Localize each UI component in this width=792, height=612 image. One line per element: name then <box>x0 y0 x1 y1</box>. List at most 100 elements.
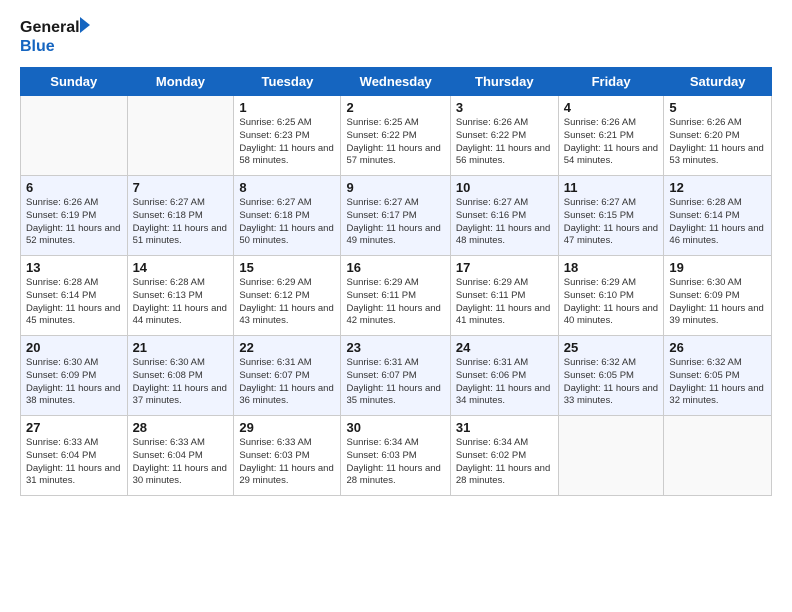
day-number: 6 <box>26 180 122 195</box>
day-number: 29 <box>239 420 335 435</box>
day-number: 22 <box>239 340 335 355</box>
calendar-cell: 27 Sunrise: 6:33 AMSunset: 6:04 PMDayligh… <box>21 416 128 496</box>
calendar-cell: 13 Sunrise: 6:28 AMSunset: 6:14 PMDayligh… <box>21 256 128 336</box>
calendar-cell: 31 Sunrise: 6:34 AMSunset: 6:02 PMDayligh… <box>450 416 558 496</box>
calendar-cell <box>127 96 234 176</box>
calendar-week-row: 20 Sunrise: 6:30 AMSunset: 6:09 PMDayligh… <box>21 336 772 416</box>
day-number: 21 <box>133 340 229 355</box>
calendar-cell: 15Sunrise: 6:29 AMSunset: 6:12 PMDayligh… <box>234 256 341 336</box>
day-number: 25 <box>564 340 659 355</box>
day-number: 28 <box>133 420 229 435</box>
calendar-cell: 24Sunrise: 6:31 AMSunset: 6:06 PMDayligh… <box>450 336 558 416</box>
calendar-cell: 3 Sunrise: 6:26 AMSunset: 6:22 PMDaylight… <box>450 96 558 176</box>
day-number: 13 <box>26 260 122 275</box>
calendar-cell: 19 Sunrise: 6:30 AMSunset: 6:09 PMDayligh… <box>664 256 772 336</box>
day-number: 12 <box>669 180 766 195</box>
weekday-header-saturday: Saturday <box>664 68 772 96</box>
calendar-cell: 8Sunrise: 6:27 AMSunset: 6:18 PMDaylight… <box>234 176 341 256</box>
cell-info: Sunrise: 6:34 AMSunset: 6:02 PMDaylight:… <box>456 437 553 488</box>
cell-info: Sunrise: 6:28 AMSunset: 6:14 PMDaylight:… <box>669 197 766 248</box>
calendar-cell: 14 Sunrise: 6:28 AMSunset: 6:13 PMDayligh… <box>127 256 234 336</box>
cell-info: Sunrise: 6:29 AMSunset: 6:12 PMDaylight:… <box>239 277 335 328</box>
calendar-cell: 6 Sunrise: 6:26 AMSunset: 6:19 PMDaylight… <box>21 176 128 256</box>
day-number: 11 <box>564 180 659 195</box>
calendar-cell <box>558 416 664 496</box>
day-number: 20 <box>26 340 122 355</box>
day-number: 3 <box>456 100 553 115</box>
svg-text:Blue: Blue <box>20 38 55 55</box>
svg-text:General: General <box>20 19 80 36</box>
cell-info: Sunrise: 6:26 AMSunset: 6:22 PMDaylight:… <box>456 117 553 168</box>
day-number: 19 <box>669 260 766 275</box>
weekday-header-monday: Monday <box>127 68 234 96</box>
cell-info: Sunrise: 6:26 AMSunset: 6:21 PMDaylight:… <box>564 117 659 168</box>
calendar-cell: 1 Sunrise: 6:25 AMSunset: 6:23 PMDaylight… <box>234 96 341 176</box>
day-number: 17 <box>456 260 553 275</box>
cell-info: Sunrise: 6:30 AMSunset: 6:08 PMDaylight:… <box>133 357 229 408</box>
calendar-cell: 25 Sunrise: 6:32 AMSunset: 6:05 PMDayligh… <box>558 336 664 416</box>
calendar-cell: 22 Sunrise: 6:31 AMSunset: 6:07 PMDayligh… <box>234 336 341 416</box>
day-number: 2 <box>346 100 444 115</box>
day-number: 24 <box>456 340 553 355</box>
day-number: 27 <box>26 420 122 435</box>
cell-info: Sunrise: 6:32 AMSunset: 6:05 PMDaylight:… <box>669 357 766 408</box>
weekday-header-sunday: Sunday <box>21 68 128 96</box>
calendar-cell: 20 Sunrise: 6:30 AMSunset: 6:09 PMDayligh… <box>21 336 128 416</box>
weekday-header-row: SundayMondayTuesdayWednesdayThursdayFrid… <box>21 68 772 96</box>
day-number: 26 <box>669 340 766 355</box>
calendar-cell: 11 Sunrise: 6:27 AMSunset: 6:15 PMDayligh… <box>558 176 664 256</box>
day-number: 31 <box>456 420 553 435</box>
calendar-cell: 18Sunrise: 6:29 AMSunset: 6:10 PMDayligh… <box>558 256 664 336</box>
calendar-cell: 9 Sunrise: 6:27 AMSunset: 6:17 PMDaylight… <box>341 176 450 256</box>
day-number: 4 <box>564 100 659 115</box>
day-number: 10 <box>456 180 553 195</box>
cell-info: Sunrise: 6:28 AMSunset: 6:14 PMDaylight:… <box>26 277 122 328</box>
calendar-cell: 2 Sunrise: 6:25 AMSunset: 6:22 PMDaylight… <box>341 96 450 176</box>
page: General Blue SundayMondayTuesdayWednesday… <box>0 0 792 506</box>
cell-info: Sunrise: 6:30 AMSunset: 6:09 PMDaylight:… <box>26 357 122 408</box>
day-number: 1 <box>239 100 335 115</box>
day-number: 16 <box>346 260 444 275</box>
cell-info: Sunrise: 6:29 AMSunset: 6:11 PMDaylight:… <box>346 277 444 328</box>
day-number: 30 <box>346 420 444 435</box>
calendar-cell: 16 Sunrise: 6:29 AMSunset: 6:11 PMDayligh… <box>341 256 450 336</box>
weekday-header-wednesday: Wednesday <box>341 68 450 96</box>
calendar-cell: 23Sunrise: 6:31 AMSunset: 6:07 PMDayligh… <box>341 336 450 416</box>
cell-info: Sunrise: 6:27 AMSunset: 6:18 PMDaylight:… <box>239 197 335 248</box>
calendar-cell: 28 Sunrise: 6:33 AMSunset: 6:04 PMDayligh… <box>127 416 234 496</box>
cell-info: Sunrise: 6:32 AMSunset: 6:05 PMDaylight:… <box>564 357 659 408</box>
calendar-cell: 12 Sunrise: 6:28 AMSunset: 6:14 PMDayligh… <box>664 176 772 256</box>
cell-info: Sunrise: 6:29 AMSunset: 6:10 PMDaylight:… <box>564 277 659 328</box>
cell-info: Sunrise: 6:31 AMSunset: 6:07 PMDaylight:… <box>239 357 335 408</box>
calendar-cell: 10Sunrise: 6:27 AMSunset: 6:16 PMDayligh… <box>450 176 558 256</box>
cell-info: Sunrise: 6:33 AMSunset: 6:04 PMDaylight:… <box>133 437 229 488</box>
cell-info: Sunrise: 6:27 AMSunset: 6:18 PMDaylight:… <box>133 197 229 248</box>
calendar-cell: 21 Sunrise: 6:30 AMSunset: 6:08 PMDayligh… <box>127 336 234 416</box>
calendar-week-row: 6 Sunrise: 6:26 AMSunset: 6:19 PMDaylight… <box>21 176 772 256</box>
cell-info: Sunrise: 6:29 AMSunset: 6:11 PMDaylight:… <box>456 277 553 328</box>
cell-info: Sunrise: 6:28 AMSunset: 6:13 PMDaylight:… <box>133 277 229 328</box>
cell-info: Sunrise: 6:25 AMSunset: 6:22 PMDaylight:… <box>346 117 444 168</box>
header: General Blue <box>20 15 772 57</box>
cell-info: Sunrise: 6:26 AMSunset: 6:20 PMDaylight:… <box>669 117 766 168</box>
day-number: 5 <box>669 100 766 115</box>
calendar-cell: 5 Sunrise: 6:26 AMSunset: 6:20 PMDaylight… <box>664 96 772 176</box>
calendar-cell: 17 Sunrise: 6:29 AMSunset: 6:11 PMDayligh… <box>450 256 558 336</box>
day-number: 23 <box>346 340 444 355</box>
day-number: 14 <box>133 260 229 275</box>
cell-info: Sunrise: 6:25 AMSunset: 6:23 PMDaylight:… <box>239 117 335 168</box>
cell-info: Sunrise: 6:33 AMSunset: 6:03 PMDaylight:… <box>239 437 335 488</box>
weekday-header-thursday: Thursday <box>450 68 558 96</box>
cell-info: Sunrise: 6:27 AMSunset: 6:17 PMDaylight:… <box>346 197 444 248</box>
weekday-header-tuesday: Tuesday <box>234 68 341 96</box>
day-number: 9 <box>346 180 444 195</box>
cell-info: Sunrise: 6:33 AMSunset: 6:04 PMDaylight:… <box>26 437 122 488</box>
cell-info: Sunrise: 6:27 AMSunset: 6:15 PMDaylight:… <box>564 197 659 248</box>
calendar-week-row: 13 Sunrise: 6:28 AMSunset: 6:14 PMDayligh… <box>21 256 772 336</box>
cell-info: Sunrise: 6:26 AMSunset: 6:19 PMDaylight:… <box>26 197 122 248</box>
calendar-cell: 7 Sunrise: 6:27 AMSunset: 6:18 PMDaylight… <box>127 176 234 256</box>
calendar-cell: 29 Sunrise: 6:33 AMSunset: 6:03 PMDayligh… <box>234 416 341 496</box>
cell-info: Sunrise: 6:30 AMSunset: 6:09 PMDaylight:… <box>669 277 766 328</box>
day-number: 7 <box>133 180 229 195</box>
calendar-cell <box>21 96 128 176</box>
